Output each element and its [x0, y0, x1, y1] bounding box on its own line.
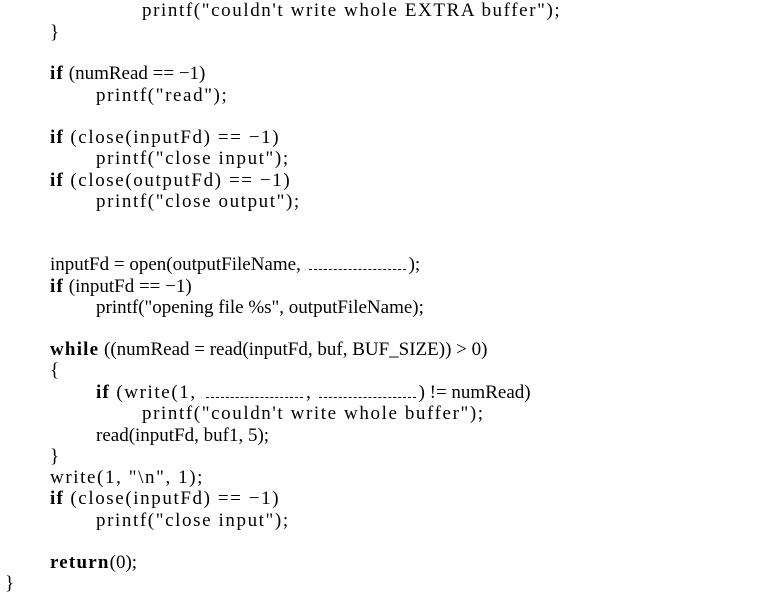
code-text: write(1, "\n", 1); — [50, 467, 205, 488]
code-line: printf("close output"); — [96, 191, 301, 213]
code-line: printf("read"); — [96, 85, 228, 107]
code-keyword: if — [50, 488, 65, 509]
code-text: } — [5, 573, 15, 594]
code-line: printf("close input"); — [96, 148, 290, 170]
code-line: } — [50, 446, 59, 468]
code-text: } — [50, 22, 60, 43]
code-text: { — [50, 360, 60, 381]
code-text: (close(outputFd) == −1) — [64, 170, 292, 191]
code-line: } — [5, 573, 14, 595]
code-keyword: while — [50, 339, 100, 360]
code-line: printf("couldn't write whole buffer"); — [142, 403, 485, 425]
code-line: printf("opening file %s", outputFileName… — [96, 297, 424, 319]
code-line: while ((numRead = read(inputFd, buf, BUF… — [50, 339, 487, 361]
code-line: if (numRead == −1) — [50, 63, 205, 85]
code-text: ) != numRead) — [418, 382, 531, 403]
code-text: printf("couldn't write whole buffer"); — [142, 403, 485, 424]
code-text: printf("close output"); — [96, 191, 301, 212]
code-line: if (close(inputFd) == −1) — [50, 488, 280, 510]
code-line: } — [50, 22, 59, 44]
fill-in-blank — [318, 387, 416, 398]
code-text: printf("close input"); — [96, 148, 290, 169]
code-line: if (inputFd == −1) — [50, 276, 192, 298]
code-text: printf("opening file %s", outputFileName… — [96, 297, 424, 318]
code-line: printf("close input"); — [96, 510, 290, 532]
code-line: write(1, "\n", 1); — [50, 467, 204, 489]
code-line: if (close(outputFd) == −1) — [50, 170, 291, 192]
code-line: return(0); — [50, 552, 137, 574]
code-keyword: if — [50, 63, 65, 84]
code-text: inputFd = open(outputFileName, — [50, 254, 306, 275]
code-text: printf("couldn't write whole EXTRA buffe… — [142, 0, 562, 21]
code-keyword: return — [50, 552, 110, 573]
fill-in-blank — [308, 259, 406, 270]
code-text: printf("close input"); — [96, 510, 290, 531]
code-text: printf("read"); — [96, 85, 229, 106]
code-text: (close(inputFd) == −1) — [64, 127, 281, 148]
code-line: if (close(inputFd) == −1) — [50, 127, 280, 149]
code-line: printf("couldn't write whole EXTRA buffe… — [142, 0, 561, 22]
code-line: read(inputFd, buf1, 5); — [96, 425, 269, 447]
code-text: (numRead == −1) — [64, 63, 206, 84]
code-keyword: if — [50, 127, 65, 148]
code-text: ); — [408, 254, 421, 275]
code-text: (0); — [109, 552, 138, 573]
fill-in-blank — [206, 387, 304, 398]
code-text: (close(inputFd) == −1) — [64, 488, 281, 509]
code-text: , — [306, 382, 316, 403]
code-text: (write(1, — [110, 382, 204, 403]
code-text: read(inputFd, buf1, 5); — [96, 425, 270, 446]
code-text: ((numRead = read(inputFd, buf, BUF_SIZE)… — [99, 339, 488, 360]
code-line: { — [50, 360, 59, 382]
code-text: } — [50, 446, 60, 467]
code-keyword: if — [96, 382, 111, 403]
code-text: (inputFd == −1) — [64, 276, 192, 297]
code-keyword: if — [50, 170, 65, 191]
code-line: if (write(1, , ) != numRead) — [96, 382, 531, 404]
code-line: inputFd = open(outputFileName, ); — [50, 254, 420, 276]
code-keyword: if — [50, 276, 65, 297]
